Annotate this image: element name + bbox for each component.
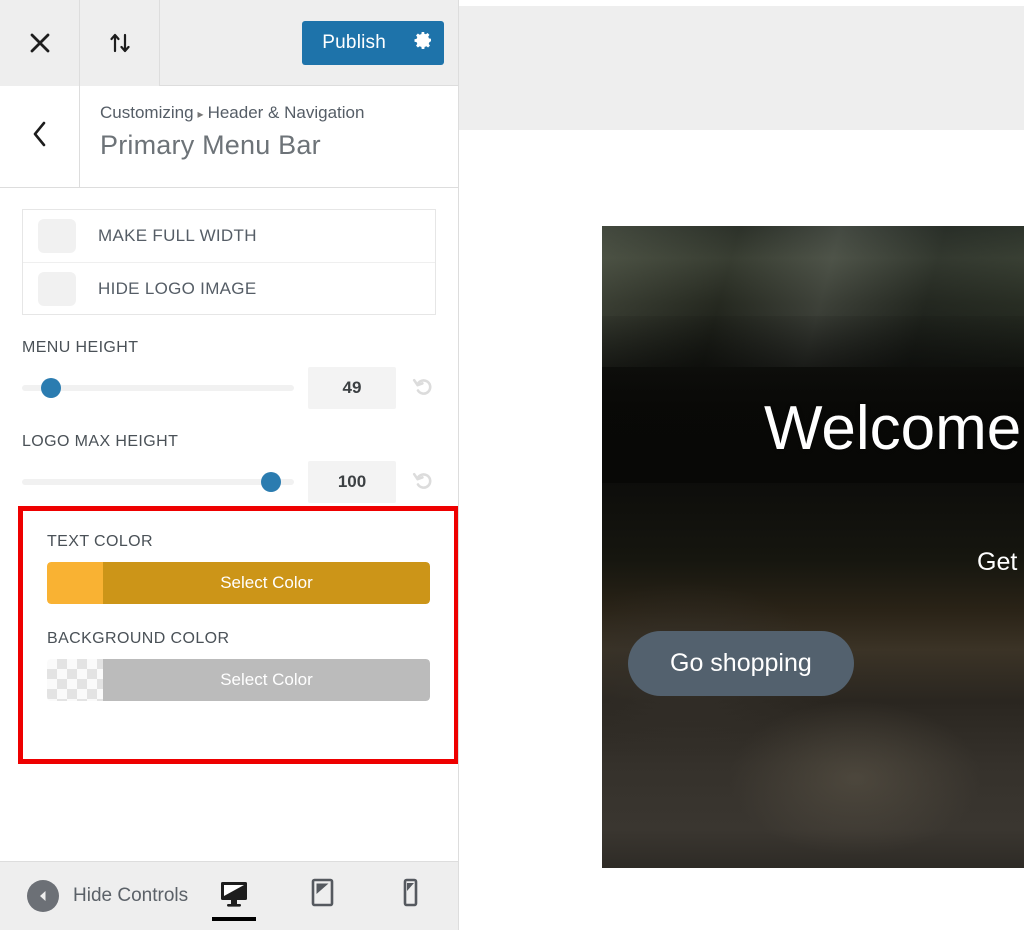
text-color-select-button[interactable]: Select Color: [103, 562, 430, 604]
slider-row: [22, 461, 436, 503]
hide-controls-label: Hide Controls: [73, 885, 189, 906]
close-x-icon: [27, 30, 53, 56]
hero-subtext: Get: [977, 548, 1018, 576]
color-label: TEXT COLOR: [47, 533, 153, 550]
background-color-select-button[interactable]: Select Color: [103, 659, 430, 701]
reset-arrow-icon: [411, 374, 435, 403]
slider-label: MENU HEIGHT: [22, 339, 139, 356]
color-label: BACKGROUND COLOR: [47, 630, 230, 647]
section-header: Customizing ▸ Header & Navigation Primary …: [0, 86, 458, 188]
color-controls-highlight: TEXT COLOR Select Color BACKGROUND COLOR…: [18, 506, 458, 764]
publish-group: Publish: [302, 20, 444, 65]
toggle-group: MAKE FULL WIDTH HIDE LOGO IMAGE: [22, 209, 436, 315]
desktop-icon: [217, 879, 251, 914]
hero-cta-button[interactable]: Go shopping: [628, 631, 854, 696]
device-mobile-button[interactable]: [380, 862, 440, 930]
color-control-text: TEXT COLOR Select Color: [23, 511, 454, 604]
toggle-label: MAKE FULL WIDTH: [98, 226, 257, 245]
chevron-left-icon: [29, 119, 51, 154]
sort-arrows-icon: [106, 29, 134, 57]
device-preview-switcher: [204, 862, 458, 930]
hero-heading: Welcome: [764, 394, 1022, 463]
breadcrumb: Customizing ▸ Header & Navigation: [100, 102, 438, 125]
page-title: Primary Menu Bar: [100, 129, 321, 160]
preview-hero-section: Welcome Get Go shopping: [602, 226, 1024, 868]
publish-settings-button[interactable]: [402, 20, 444, 65]
background-color-swatch[interactable]: [47, 659, 103, 701]
menu-height-slider[interactable]: [22, 376, 294, 400]
breadcrumb-parent: Header & Navigation: [207, 103, 365, 122]
make-full-width-switch[interactable]: [38, 219, 76, 253]
device-desktop-button[interactable]: [204, 862, 264, 930]
caret-left-circle-icon: [27, 880, 59, 912]
text-color-swatch[interactable]: [47, 562, 103, 604]
breadcrumb-separator: ▸: [197, 107, 204, 121]
slider-track: [22, 479, 294, 485]
slider-handle[interactable]: [41, 378, 62, 398]
hide-logo-image-switch[interactable]: [38, 271, 76, 306]
customizer-topbar: Publish: [0, 0, 458, 86]
customizer-panel: Publish Customizing ▸ Header & Navigatio…: [0, 0, 459, 930]
logo-max-height-slider[interactable]: [22, 470, 294, 494]
text-color-picker[interactable]: Select Color: [47, 562, 430, 604]
publish-button[interactable]: Publish: [302, 20, 402, 65]
controls-body: MAKE FULL WIDTH HIDE LOGO IMAGE MENU HEI…: [0, 189, 458, 861]
collapse-sidebar-button[interactable]: [80, 0, 160, 86]
tablet-icon: [308, 877, 336, 916]
site-preview: Welcome Get Go shopping: [459, 0, 1024, 930]
device-tablet-button[interactable]: [292, 862, 352, 930]
mobile-icon: [399, 877, 421, 916]
color-control-background: BACKGROUND COLOR Select Color: [23, 604, 454, 701]
toggle-hide-logo-image[interactable]: HIDE LOGO IMAGE: [23, 262, 435, 314]
customizer-screen: Publish Customizing ▸ Header & Navigatio…: [0, 0, 1024, 930]
logo-max-height-reset-button[interactable]: [410, 468, 436, 497]
section-titles: Customizing ▸ Header & Navigation Primary …: [80, 86, 458, 187]
back-button[interactable]: [0, 86, 80, 187]
customizer-bottombar: Hide Controls: [0, 861, 458, 930]
menu-height-reset-button[interactable]: [410, 374, 436, 403]
gear-icon: [413, 30, 433, 55]
hide-controls-button[interactable]: Hide Controls: [0, 880, 188, 912]
slider-row: [22, 367, 436, 409]
preview-menu-bar: [459, 6, 1024, 130]
hero-background-image: [602, 226, 1024, 868]
slider-label: LOGO MAX HEIGHT: [22, 433, 179, 450]
reset-arrow-icon: [411, 468, 435, 497]
slider-track: [22, 385, 294, 391]
slider-logo-max-height: LOGO MAX HEIGHT: [22, 433, 436, 503]
menu-height-input[interactable]: [308, 367, 396, 409]
close-button[interactable]: [0, 0, 80, 86]
toggle-label: HIDE LOGO IMAGE: [98, 278, 257, 298]
slider-menu-height: MENU HEIGHT: [22, 339, 436, 409]
active-device-underline: [212, 916, 256, 921]
toggle-make-full-width[interactable]: MAKE FULL WIDTH: [23, 210, 435, 262]
logo-max-height-input[interactable]: [308, 461, 396, 503]
breadcrumb-root: Customizing: [100, 103, 194, 122]
background-color-picker[interactable]: Select Color: [47, 659, 430, 701]
slider-handle[interactable]: [261, 472, 282, 492]
